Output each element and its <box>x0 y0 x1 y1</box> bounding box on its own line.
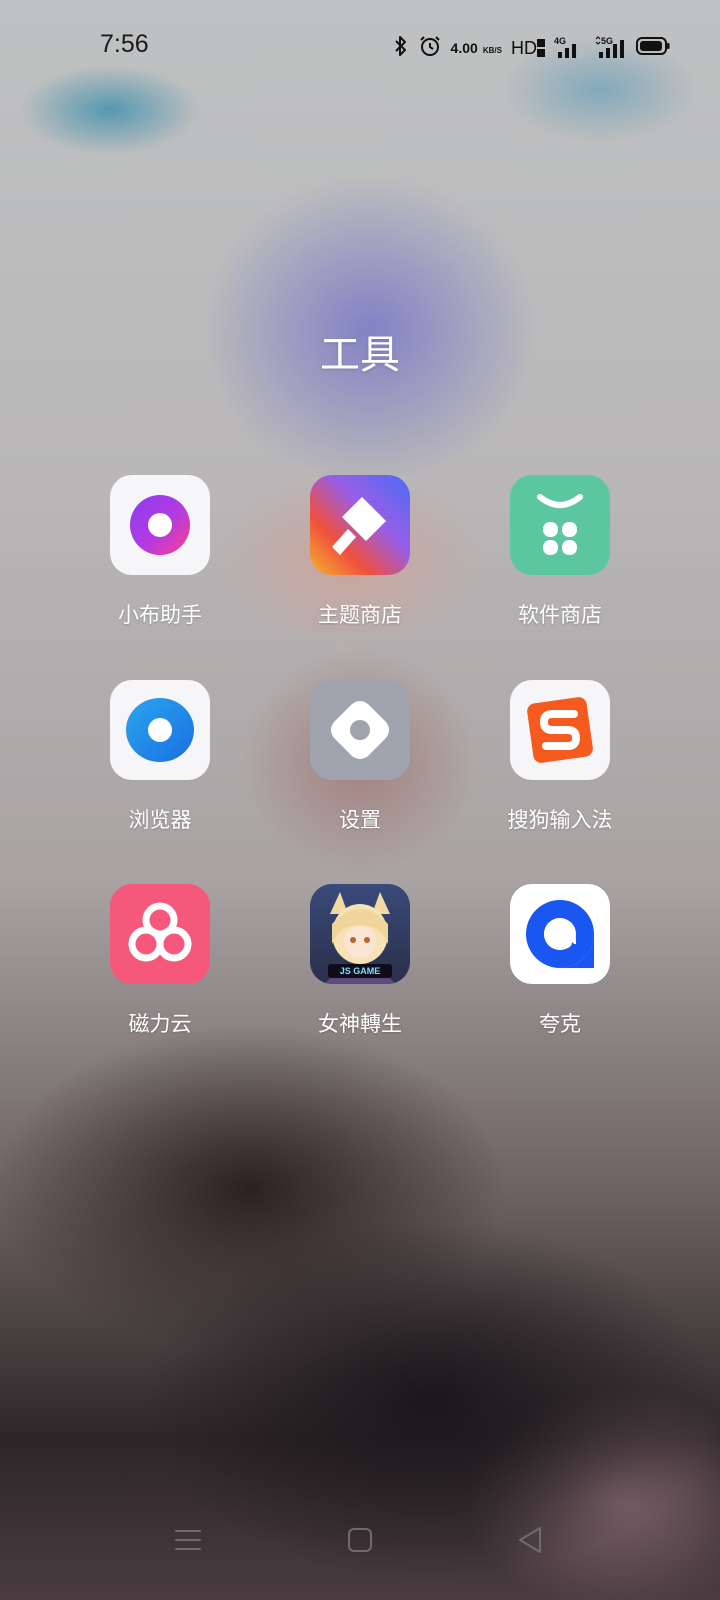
app-sogou-input[interactable]: 搜狗输入法 <box>460 680 660 834</box>
app-label: 设置 <box>339 808 381 832</box>
xiaobu-assistant-icon[interactable] <box>110 475 210 575</box>
app-label: 磁力云 <box>128 1012 192 1036</box>
app-store-icon[interactable] <box>510 475 610 575</box>
app-xiaobu-assistant[interactable]: 小布助手 <box>60 475 260 629</box>
back-icon[interactable] <box>508 1518 552 1562</box>
app-settings[interactable]: 设置 <box>260 680 460 834</box>
app-theme-store[interactable]: 主题商店 <box>260 475 460 629</box>
game-badge: JS GAME <box>339 966 381 976</box>
goddess-rebirth-icon[interactable]: JS GAME <box>310 884 410 984</box>
app-grid: 小布助手 主题商店 软件商店 浏览器 设置 搜狗输入法 磁力云 JS GAME … <box>0 0 720 1100</box>
app-software-store[interactable]: 软件商店 <box>460 475 660 629</box>
app-label: 主题商店 <box>318 603 402 627</box>
home-icon[interactable] <box>338 1518 382 1562</box>
quark-icon[interactable] <box>510 884 610 984</box>
app-goddess-rebirth[interactable]: JS GAME 女神轉生 <box>260 884 460 1038</box>
app-label: 女神轉生 <box>318 1012 402 1036</box>
navigation-bar <box>0 1500 720 1580</box>
app-browser[interactable]: 浏览器 <box>60 680 260 834</box>
app-cili-cloud[interactable]: 磁力云 <box>60 884 260 1038</box>
theme-store-icon[interactable] <box>310 475 410 575</box>
app-quark[interactable]: 夸克 <box>460 884 660 1038</box>
menu-icon[interactable] <box>166 1518 210 1562</box>
sogou-input-icon[interactable] <box>510 680 610 780</box>
settings-icon[interactable] <box>310 680 410 780</box>
app-label: 夸克 <box>539 1012 581 1036</box>
app-label: 软件商店 <box>518 603 602 627</box>
cili-cloud-icon[interactable] <box>110 884 210 984</box>
app-label: 小布助手 <box>118 603 202 627</box>
app-label: 浏览器 <box>128 808 192 832</box>
browser-icon[interactable] <box>110 680 210 780</box>
app-label: 搜狗输入法 <box>507 808 613 832</box>
